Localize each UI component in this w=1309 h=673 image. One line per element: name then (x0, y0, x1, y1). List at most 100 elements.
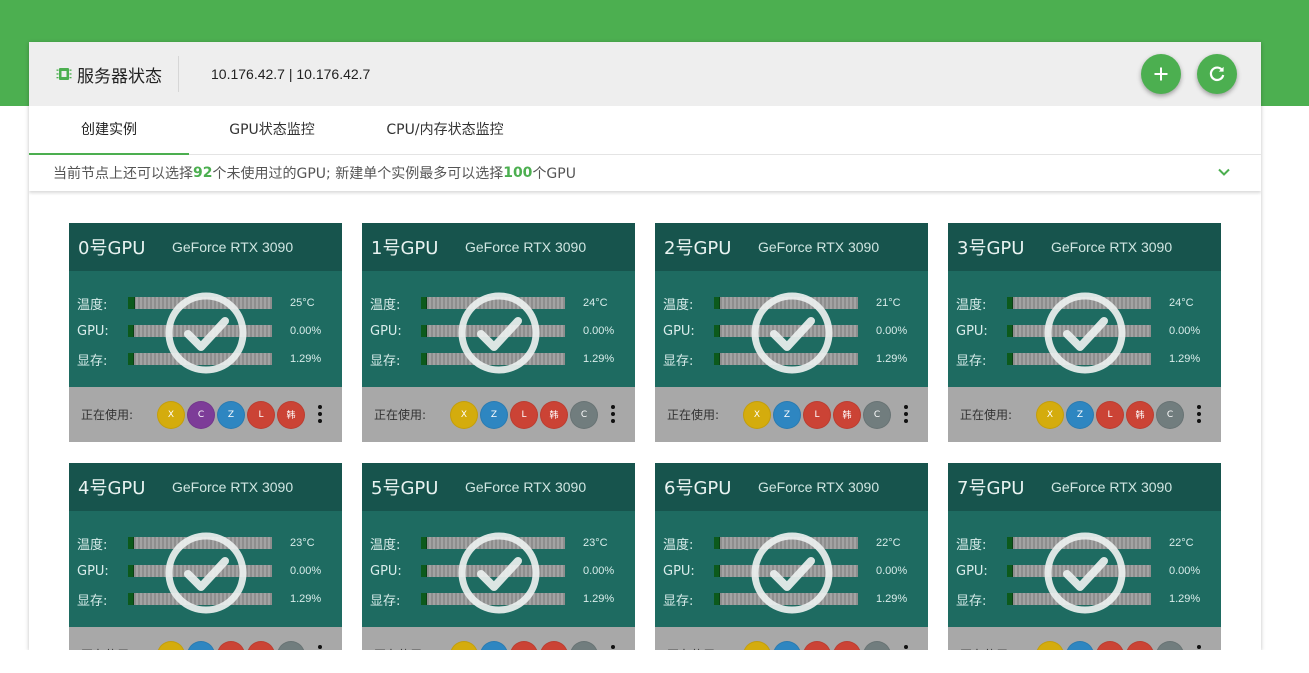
more-vert-icon[interactable] (904, 405, 908, 423)
user-avatar[interactable] (1036, 640, 1064, 650)
user-avatar[interactable]: Z (480, 400, 508, 429)
user-avatar[interactable]: Z (217, 400, 245, 429)
user-avatar[interactable] (773, 640, 801, 650)
user-avatar[interactable] (187, 640, 215, 650)
tab-gpu-monitor[interactable]: GPU状态监控 (189, 106, 355, 154)
gpu-utilization-row: GPU: 0.00% (370, 564, 615, 579)
temperature-label: 温度: (370, 297, 401, 313)
user-avatar[interactable] (1066, 640, 1094, 650)
refresh-button[interactable] (1197, 54, 1237, 94)
user-avatar[interactable]: C (570, 400, 598, 429)
temperature-value: 25°C (290, 297, 315, 309)
user-avatar[interactable] (1156, 640, 1184, 650)
temperature-bar-fill (1007, 297, 1013, 309)
memory-usage-bar-fill (1007, 353, 1013, 365)
add-button[interactable] (1141, 54, 1181, 94)
page-title: 服务器状态 (77, 66, 162, 87)
user-avatar[interactable] (450, 640, 478, 650)
host-address: 10.176.42.7 | 10.176.42.7 (211, 66, 371, 82)
user-avatar[interactable] (217, 640, 245, 650)
gpu-card[interactable]: 1号GPU GeForce RTX 3090 温度: 24°C GPU: 0.00% 显存:… (362, 223, 635, 442)
user-avatar[interactable]: 韩 (1126, 400, 1154, 429)
user-avatar[interactable] (743, 640, 771, 650)
user-avatar-list: XZL韩C (743, 400, 893, 429)
memory-usage-label: 显存: (77, 593, 108, 609)
gpu-card-footer: 正在使用: X C Z L 韩 (69, 387, 342, 442)
memory-usage-bar (1007, 353, 1151, 365)
user-avatar-list: XZL韩C (450, 400, 600, 429)
user-avatar[interactable]: 韩 (540, 400, 568, 429)
gpu-availability-notice: 当前节点上还可以选择 92 个未使用过的GPU; 新建单个实例最多可以选择 100 个G… (29, 155, 1261, 191)
memory-usage-row: 显存: 1.29% (370, 592, 614, 609)
user-avatar[interactable] (540, 640, 568, 650)
user-avatar-list: XCZL韩 (157, 400, 307, 429)
user-avatar[interactable]: C (863, 400, 891, 429)
user-avatar[interactable]: 韩 (833, 400, 861, 429)
gpu-utilization-value: 0.00% (290, 565, 322, 577)
user-avatar[interactable]: X (1036, 400, 1064, 429)
more-vert-icon[interactable] (318, 405, 322, 423)
gpu-card[interactable]: 3号GPU GeForce RTX 3090 温度: 24°C GPU: 0.00% 显存:… (948, 223, 1221, 442)
temperature-row: 温度: 23°C (77, 536, 315, 553)
temperature-row: 温度: 24°C (956, 296, 1194, 313)
gpu-utilization-bar (128, 325, 272, 337)
temperature-label: 温度: (663, 297, 694, 313)
user-avatar[interactable]: L (247, 400, 275, 429)
tab-cpu-memory-monitor[interactable]: CPU/内存状态监控 (355, 106, 535, 154)
memory-usage-row: 显存: 1.29% (77, 352, 321, 369)
gpu-utilization-bar (421, 565, 565, 577)
user-avatar[interactable] (1126, 640, 1154, 650)
user-avatar[interactable] (1096, 640, 1124, 650)
chip-icon (56, 68, 72, 80)
gpu-card[interactable]: 7号GPU GeForce RTX 3090 温度: 22°C GPU: 0.00% 显存:… (948, 463, 1221, 650)
gpu-utilization-bar (421, 325, 565, 337)
temperature-label: 温度: (956, 537, 987, 553)
user-avatar[interactable] (157, 640, 185, 650)
gpu-utilization-value: 0.00% (583, 325, 615, 337)
temperature-value: 23°C (583, 537, 608, 549)
user-avatar[interactable]: C (1156, 400, 1184, 429)
memory-usage-value: 1.29% (876, 353, 908, 365)
tab-create-instance[interactable]: 创建实例 (29, 106, 189, 155)
user-avatar[interactable]: Z (1066, 400, 1094, 429)
user-avatar[interactable] (480, 640, 508, 650)
bottom-strip (0, 650, 1309, 673)
user-avatar[interactable] (570, 640, 598, 650)
temperature-bar (421, 297, 565, 309)
notice-text-3: 个GPU (532, 166, 576, 182)
user-avatar[interactable]: X (743, 400, 771, 429)
chevron-down-icon[interactable] (1217, 165, 1231, 179)
gpu-card[interactable]: 6号GPU GeForce RTX 3090 温度: 22°C GPU: 0.00% 显存:… (655, 463, 928, 650)
user-avatar[interactable] (277, 640, 305, 650)
gpu-card[interactable]: 2号GPU GeForce RTX 3090 温度: 21°C GPU: 0.00% 显存:… (655, 223, 928, 442)
gpu-title: 5号GPU (371, 478, 439, 499)
more-vert-icon[interactable] (1197, 405, 1201, 423)
user-avatar[interactable]: Z (773, 400, 801, 429)
gpu-card[interactable]: 5号GPU GeForce RTX 3090 温度: 23°C GPU: 0.00% 显存:… (362, 463, 635, 650)
temperature-value: 22°C (876, 537, 901, 549)
gpu-card-stats: 温度: 22°C GPU: 0.00% 显存: 1.29% (655, 511, 928, 627)
user-avatar[interactable]: L (803, 400, 831, 429)
memory-usage-value: 1.29% (1169, 353, 1201, 365)
user-avatar[interactable]: L (1096, 400, 1124, 429)
user-avatar[interactable] (863, 640, 891, 650)
user-avatar[interactable]: C (187, 400, 215, 429)
more-vert-icon[interactable] (611, 405, 615, 423)
user-avatar[interactable]: L (510, 400, 538, 429)
user-avatar[interactable] (833, 640, 861, 650)
user-avatar-list: XZL韩C (1036, 400, 1186, 429)
gpu-card[interactable]: 0号GPU GeForce RTX 3090 温度: 25°C GPU: 0.00% 显存:… (69, 223, 342, 442)
memory-usage-row: 显存: 1.29% (663, 592, 907, 609)
user-avatar[interactable] (803, 640, 831, 650)
user-avatar[interactable] (510, 640, 538, 650)
gpu-card[interactable]: 4号GPU GeForce RTX 3090 温度: 23°C GPU: 0.00% 显存:… (69, 463, 342, 650)
user-avatar[interactable] (247, 640, 275, 650)
user-avatar[interactable]: X (450, 400, 478, 429)
temperature-label: 温度: (77, 537, 108, 553)
user-avatar[interactable]: X (157, 400, 185, 429)
gpu-utilization-value: 0.00% (583, 565, 615, 577)
gpu-utilization-bar-fill (1007, 565, 1013, 577)
gpu-utilization-row: GPU: 0.00% (370, 324, 615, 339)
gpu-utilization-row: GPU: 0.00% (663, 564, 907, 579)
user-avatar[interactable]: 韩 (277, 400, 305, 429)
